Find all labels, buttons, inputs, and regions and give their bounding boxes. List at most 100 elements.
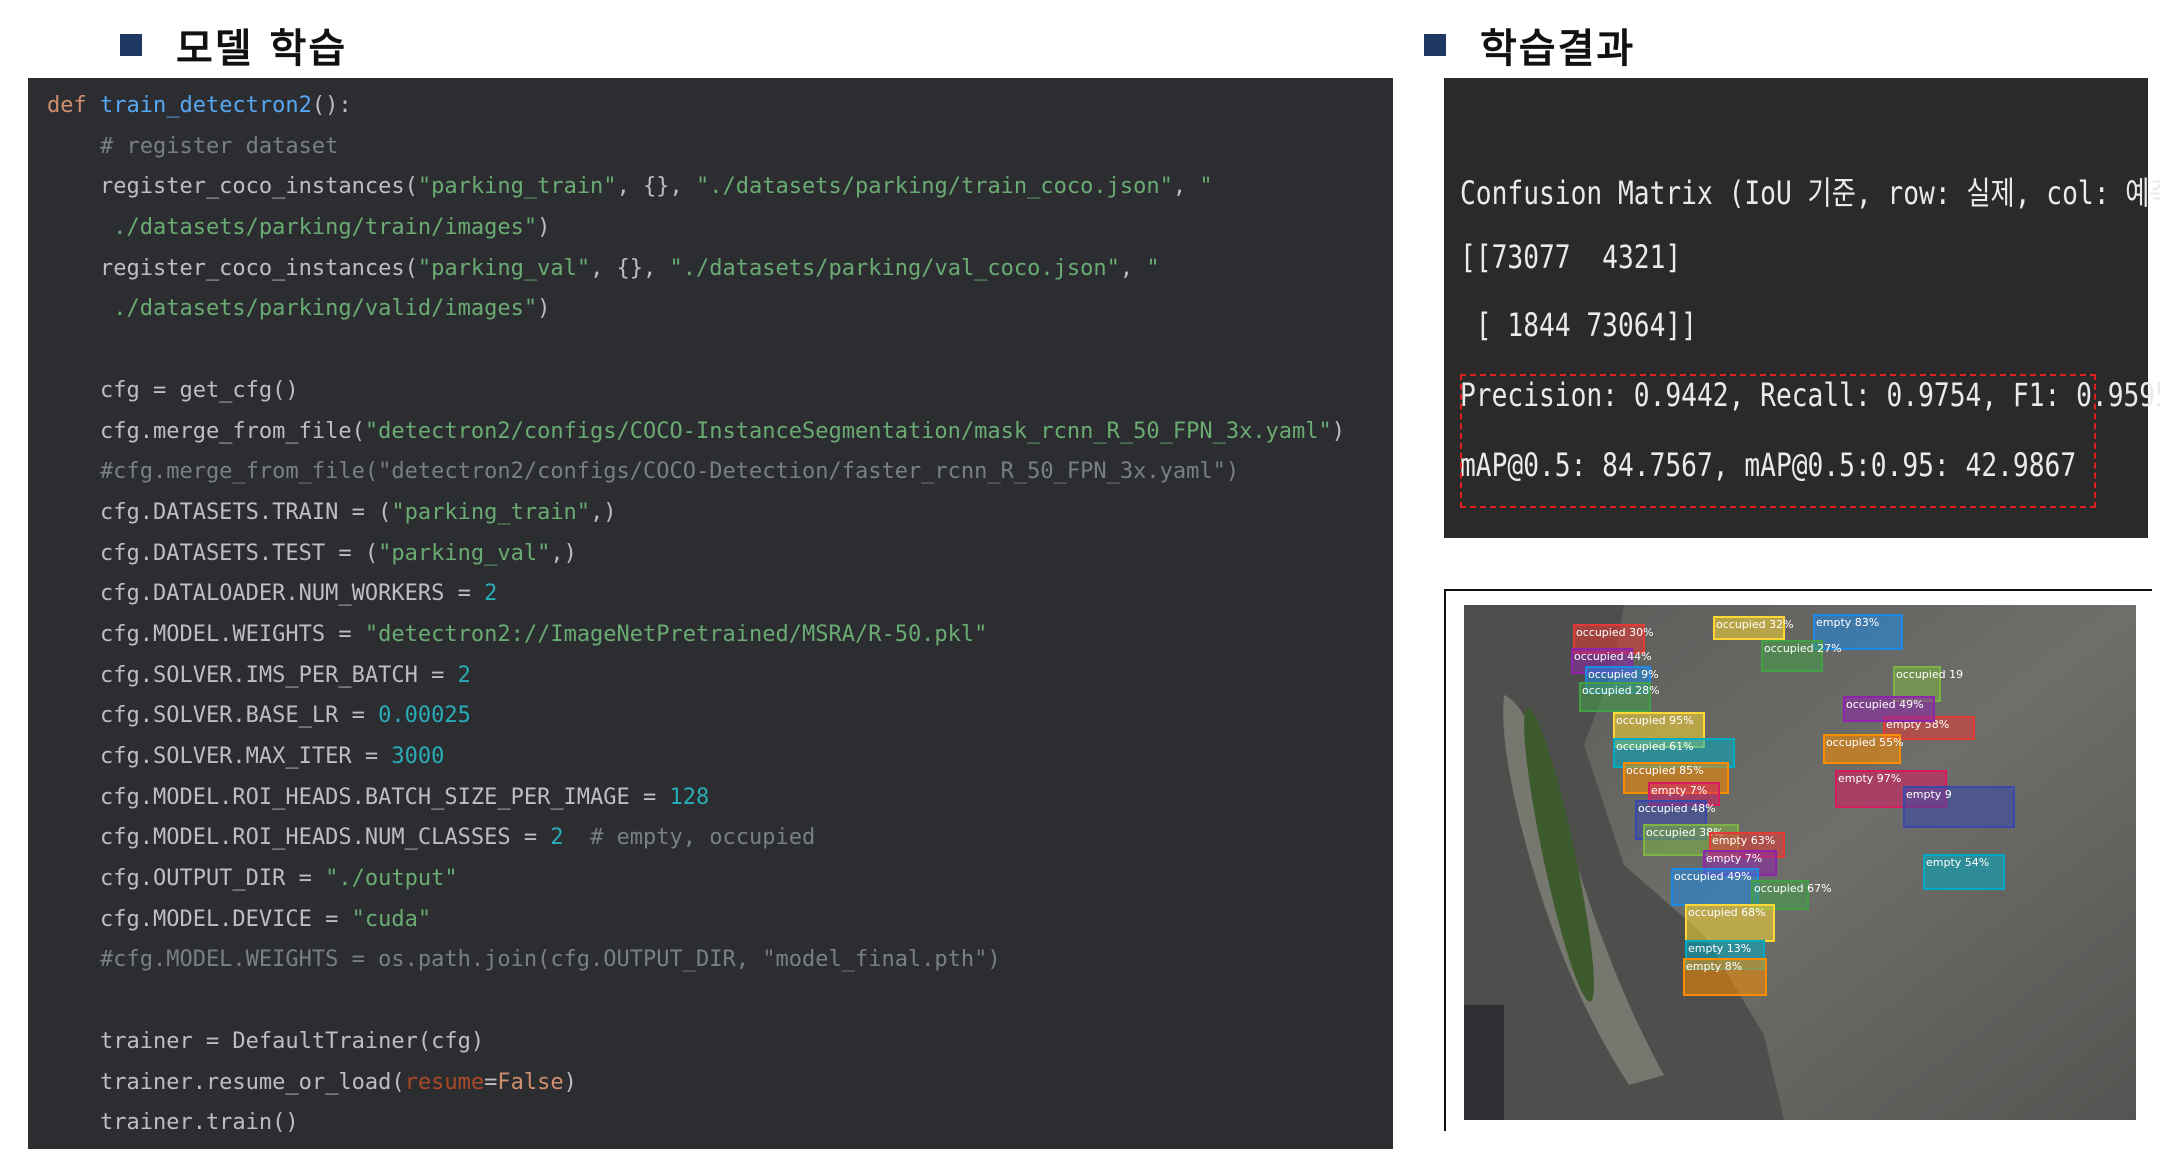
code-token: ) (537, 215, 551, 241)
code-line: cfg.SOLVER.BASE_LR = 0.00025 (28, 696, 1393, 737)
code-line: cfg.SOLVER.MAX_ITER = 3000 (28, 737, 1393, 778)
code-line: cfg.MODEL.DEVICE = "cuda" (28, 900, 1393, 941)
detection-label: empty 97% (1838, 772, 1901, 785)
code-line: cfg.DATASETS.TRAIN = ("parking_train",) (28, 493, 1393, 534)
code-token: cfg.DATASETS.TEST = ( (47, 540, 379, 566)
code-line: cfg.DATALOADER.NUM_WORKERS = 2 (28, 574, 1393, 615)
detection-label: empty 54% (1926, 856, 1989, 869)
parking-detection-image: occupied 30% occupied 44% occupied 9% occup… (1464, 605, 2136, 1120)
detection-label: empty 63% (1712, 834, 1775, 847)
detection-result-frame: occupied 30% occupied 44% occupied 9% occup… (1444, 589, 2152, 1131)
section-header-training-results: 학습결과 (1424, 16, 1635, 74)
code-token: " (1146, 255, 1160, 281)
code-line: cfg.OUTPUT_DIR = "./output" (28, 859, 1393, 900)
code-token: def (47, 93, 100, 118)
code-token: trainer = DefaultTrainer(cfg) (47, 1028, 485, 1054)
code-token: , {}, (616, 174, 697, 200)
code-token: "parking_train" (391, 499, 591, 525)
confusion-matrix-row-1: [[73077 4321] (1460, 238, 1682, 276)
detection-label: empty 13% (1688, 942, 1751, 955)
code-token: ) (537, 296, 551, 322)
code-token: cfg = get_cfg() (47, 377, 299, 403)
code-line: cfg.MODEL.WEIGHTS = "detectron2://ImageN… (28, 615, 1393, 656)
code-editor-panel: def train_detectron2(): # register datas… (28, 78, 1393, 1149)
code-line: register_coco_instances("parking_train",… (28, 167, 1393, 208)
code-token: trainer.resume_or_load( (47, 1069, 405, 1095)
code-token: , {}, (590, 255, 670, 281)
detection-label: occupied 44% (1574, 650, 1652, 663)
square-bullet-icon (120, 34, 142, 56)
code-token: (): (311, 93, 352, 118)
code-token: "detectron2/configs/COCO-InstanceSegment… (364, 418, 1332, 444)
code-token: ,) (590, 499, 617, 525)
code-line: def train_detectron2(): (28, 86, 1393, 127)
code-line: register_coco_instances("parking_val", {… (28, 249, 1393, 290)
code-token: cfg.MODEL.WEIGHTS = (47, 621, 365, 647)
section-title: 모델 학습 (176, 26, 348, 72)
code-token: trainer.train() (47, 1110, 299, 1136)
code-token: cfg.OUTPUT_DIR = (47, 866, 326, 892)
detection-label: occupied 49% (1846, 698, 1924, 711)
detection-label: empty 83% (1816, 616, 1879, 629)
code-line: ./datasets/parking/train/images") (28, 208, 1393, 249)
square-bullet-icon (1424, 34, 1446, 56)
code-line: trainer.resume_or_load(resume=False) (28, 1063, 1393, 1104)
code-token: 2 (550, 825, 564, 851)
detection-label: empty 8% (1686, 960, 1742, 973)
detection-label: occupied 55% (1826, 736, 1904, 749)
code-token: register_coco_instances( (47, 255, 418, 281)
detection-label: occupied 67% (1754, 882, 1832, 895)
code-token: ) (563, 1069, 577, 1095)
code-token: resume (404, 1069, 485, 1095)
code-token: cfg.DATASETS.TRAIN = ( (47, 499, 392, 525)
code-token: False (497, 1069, 564, 1095)
detection-label: occupied 30% (1576, 626, 1654, 639)
code-token: # empty, occupied (563, 825, 816, 851)
code-line: cfg.MODEL.ROI_HEADS.NUM_CLASSES = 2 # em… (28, 818, 1393, 859)
code-token: cfg.merge_from_file( (47, 418, 365, 444)
code-token: cfg.MODEL.ROI_HEADS.BATCH_SIZE_PER_IMAGE… (47, 784, 670, 810)
code-token: cfg.SOLVER.MAX_ITER = (47, 744, 392, 769)
code-line: #cfg.MODEL.WEIGHTS = os.path.join(cfg.OU… (28, 940, 1393, 981)
detection-label: occupied 49% (1674, 870, 1752, 883)
code-token: 2 (484, 581, 498, 607)
code-token: "./datasets/parking/val_coco.json" (669, 255, 1120, 281)
code-line: cfg.DATASETS.TEST = ("parking_val",) (28, 534, 1393, 575)
code-token: "parking_val" (378, 540, 551, 566)
code-line: ./datasets/parking/valid/images") (28, 289, 1393, 330)
code-token: cfg.SOLVER.IMS_PER_BATCH = (47, 662, 458, 688)
code-line: cfg.SOLVER.IMS_PER_BATCH = 2 (28, 656, 1393, 697)
code-token: # register dataset (47, 133, 339, 159)
code-token: "cuda" (351, 906, 432, 932)
code-token: , (1119, 255, 1147, 281)
code-token: , (1172, 174, 1200, 200)
detection-label: occupied 32% (1716, 618, 1794, 631)
detection-label: empty 7% (1651, 784, 1707, 797)
confusion-matrix-title: Confusion Matrix (IoU 기준, row: 실제, col: … (1460, 174, 2160, 212)
code-token: cfg.DATALOADER.NUM_WORKERS = (47, 581, 485, 607)
code-token: 0.00025 (378, 703, 471, 729)
detection-label: occupied 68% (1688, 906, 1766, 919)
detection-label: occupied 61% (1616, 740, 1694, 753)
detection-label: occupied 19 (1896, 668, 1963, 681)
highlight-dashed-box (1460, 374, 2096, 508)
code-token: "./datasets/parking/train_coco.json" (696, 174, 1173, 200)
code-token: 2 (457, 662, 471, 688)
code-token: "./output" (325, 866, 458, 892)
code-token: 128 (669, 784, 710, 810)
code-token: ./datasets/parking/valid/images" (47, 296, 538, 322)
code-token: cfg.SOLVER.BASE_LR = (47, 703, 379, 729)
detection-label: occupied 85% (1626, 764, 1704, 777)
code-line: cfg = get_cfg() (28, 371, 1393, 412)
detection-label: occupied 28% (1582, 684, 1660, 697)
code-line: # register dataset (28, 127, 1393, 168)
code-line: cfg.merge_from_file("detectron2/configs/… (28, 412, 1393, 453)
detection-label: occupied 9% (1588, 668, 1659, 681)
detection-label: occupied 27% (1764, 642, 1842, 655)
code-token: #cfg.MODEL.WEIGHTS = os.path.join(cfg.OU… (47, 947, 1001, 973)
section-header-model-training: 모델 학습 (120, 16, 347, 74)
detection-label: empty 9 (1906, 788, 1952, 801)
code-token: cfg.MODEL.DEVICE = (47, 906, 352, 932)
code-line: trainer.train() (28, 1103, 1393, 1144)
